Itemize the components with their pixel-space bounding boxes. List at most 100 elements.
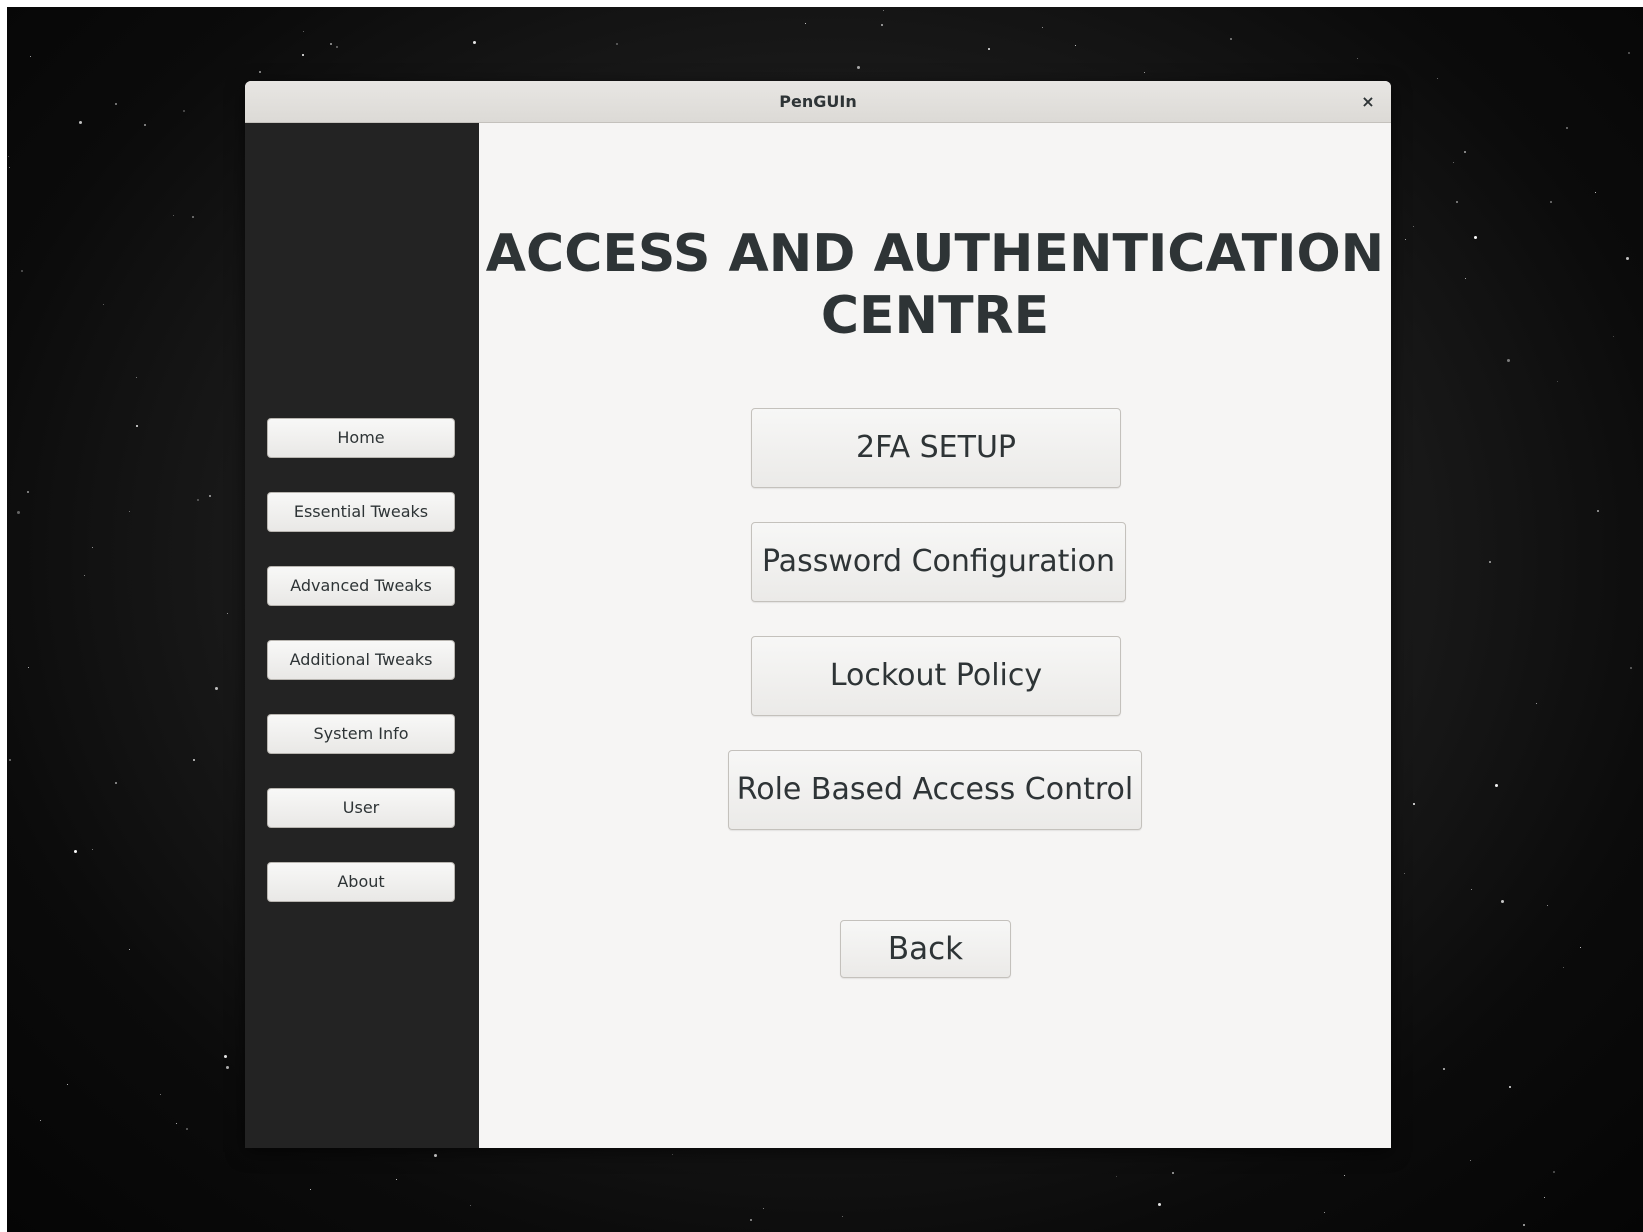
star-dot: [40, 1120, 41, 1121]
star-dot: [842, 1216, 843, 1217]
star-dot: [1456, 201, 1458, 203]
star-dot: [1536, 703, 1537, 704]
star-dot: [763, 1208, 764, 1209]
star-dot: [79, 121, 82, 124]
star-dot: [434, 1154, 437, 1157]
star-dot: [9, 759, 11, 761]
star-dot: [1550, 201, 1552, 203]
star-dot: [115, 782, 117, 784]
star-dot: [1509, 1086, 1511, 1088]
star-dot: [1557, 381, 1558, 382]
back-button[interactable]: Back: [840, 920, 1011, 978]
star-dot: [136, 425, 138, 427]
close-icon: ×: [1361, 92, 1375, 111]
star-dot: [215, 687, 218, 690]
star-dot: [1413, 226, 1414, 227]
star-dot: [1172, 1172, 1174, 1174]
star-dot: [1474, 236, 1477, 239]
sidebar-item-about[interactable]: About: [267, 862, 455, 902]
star-dot: [1404, 873, 1405, 874]
star-dot: [988, 48, 990, 50]
star-dot: [9, 167, 10, 168]
star-dot: [176, 1123, 177, 1124]
sidebar-item-system-info[interactable]: System Info: [267, 714, 455, 754]
star-dot: [1553, 1171, 1555, 1173]
page-title-line-1: ACCESS AND AUTHENTICATION: [485, 224, 1385, 284]
sidebar-item-essential-tweaks[interactable]: Essential Tweaks: [267, 492, 455, 532]
star-dot: [103, 304, 104, 305]
star-dot: [197, 499, 199, 501]
star-dot: [74, 850, 77, 853]
star-dot: [1523, 1224, 1525, 1226]
sidebar-item-additional-tweaks[interactable]: Additional Tweaks: [267, 640, 455, 680]
star-dot: [1595, 192, 1596, 193]
close-button[interactable]: ×: [1355, 89, 1381, 115]
star-dot: [1443, 1068, 1445, 1070]
sidebar-item-home[interactable]: Home: [267, 418, 455, 458]
star-dot: [27, 491, 29, 493]
star-dot: [17, 511, 20, 514]
star-dot: [1144, 72, 1145, 73]
star-dot: [1471, 889, 1472, 890]
star-dot: [67, 1084, 68, 1085]
star-dot: [1544, 1197, 1545, 1198]
star-dot: [8, 156, 9, 157]
star-dot: [1597, 510, 1599, 512]
window-title: PenGUIn: [779, 92, 857, 111]
star-dot: [144, 124, 146, 126]
star-dot: [1580, 947, 1581, 948]
star-dot: [1453, 162, 1454, 163]
star-dot: [857, 66, 860, 69]
star-dot: [1547, 905, 1548, 906]
title-bar[interactable]: PenGUIn ×: [245, 81, 1391, 123]
lockout-policy-button[interactable]: Lockout Policy: [751, 636, 1121, 716]
star-dot: [84, 575, 85, 576]
sidebar-item-advanced-tweaks[interactable]: Advanced Tweaks: [267, 566, 455, 606]
star-dot: [1357, 58, 1358, 59]
star-dot: [805, 23, 806, 24]
star-dot: [1230, 38, 1232, 40]
star-dot: [1437, 78, 1438, 79]
star-dot: [303, 31, 304, 32]
star-dot: [21, 270, 23, 272]
star-dot: [1628, 52, 1630, 54]
star-dot: [396, 1179, 397, 1180]
star-dot: [92, 547, 93, 548]
star-dot: [1344, 1175, 1345, 1176]
main-content: ACCESS AND AUTHENTICATION CENTRE 2FA SET…: [479, 123, 1391, 1148]
star-dot: [1324, 1212, 1325, 1213]
star-dot: [616, 43, 618, 45]
desktop-background: PenGUIn × Home Essential Tweaks Advanced…: [7, 7, 1643, 1232]
star-dot: [1413, 803, 1415, 805]
password-configuration-button[interactable]: Password Configuration: [751, 522, 1126, 602]
star-dot: [192, 216, 194, 218]
app-window: PenGUIn × Home Essential Tweaks Advanced…: [245, 81, 1391, 1148]
star-dot: [473, 41, 476, 44]
star-dot: [336, 46, 338, 48]
star-dot: [209, 495, 211, 497]
star-dot: [1075, 45, 1076, 46]
sidebar-item-user[interactable]: User: [267, 788, 455, 828]
star-dot: [1489, 561, 1491, 563]
star-dot: [259, 71, 261, 73]
star-dot: [1613, 336, 1614, 337]
star-dot: [883, 10, 884, 11]
page-title-line-2: CENTRE: [820, 286, 1050, 346]
star-dot: [310, 1189, 311, 1190]
role-based-access-control-button[interactable]: Role Based Access Control: [728, 750, 1142, 830]
star-dot: [227, 613, 228, 614]
star-dot: [224, 1055, 227, 1058]
star-dot: [1470, 1160, 1471, 1161]
2fa-setup-button[interactable]: 2FA SETUP: [751, 408, 1121, 488]
star-dot: [30, 56, 31, 57]
star-dot: [173, 215, 174, 216]
page-title: ACCESS AND AUTHENTICATION CENTRE: [479, 223, 1391, 347]
star-dot: [1405, 239, 1406, 240]
star-dot: [160, 1094, 161, 1095]
star-dot: [28, 667, 29, 668]
star-dot: [1465, 278, 1466, 279]
star-dot: [226, 1066, 229, 1069]
star-dot: [1464, 151, 1466, 153]
star-dot: [1626, 257, 1629, 260]
star-dot: [186, 1128, 188, 1130]
